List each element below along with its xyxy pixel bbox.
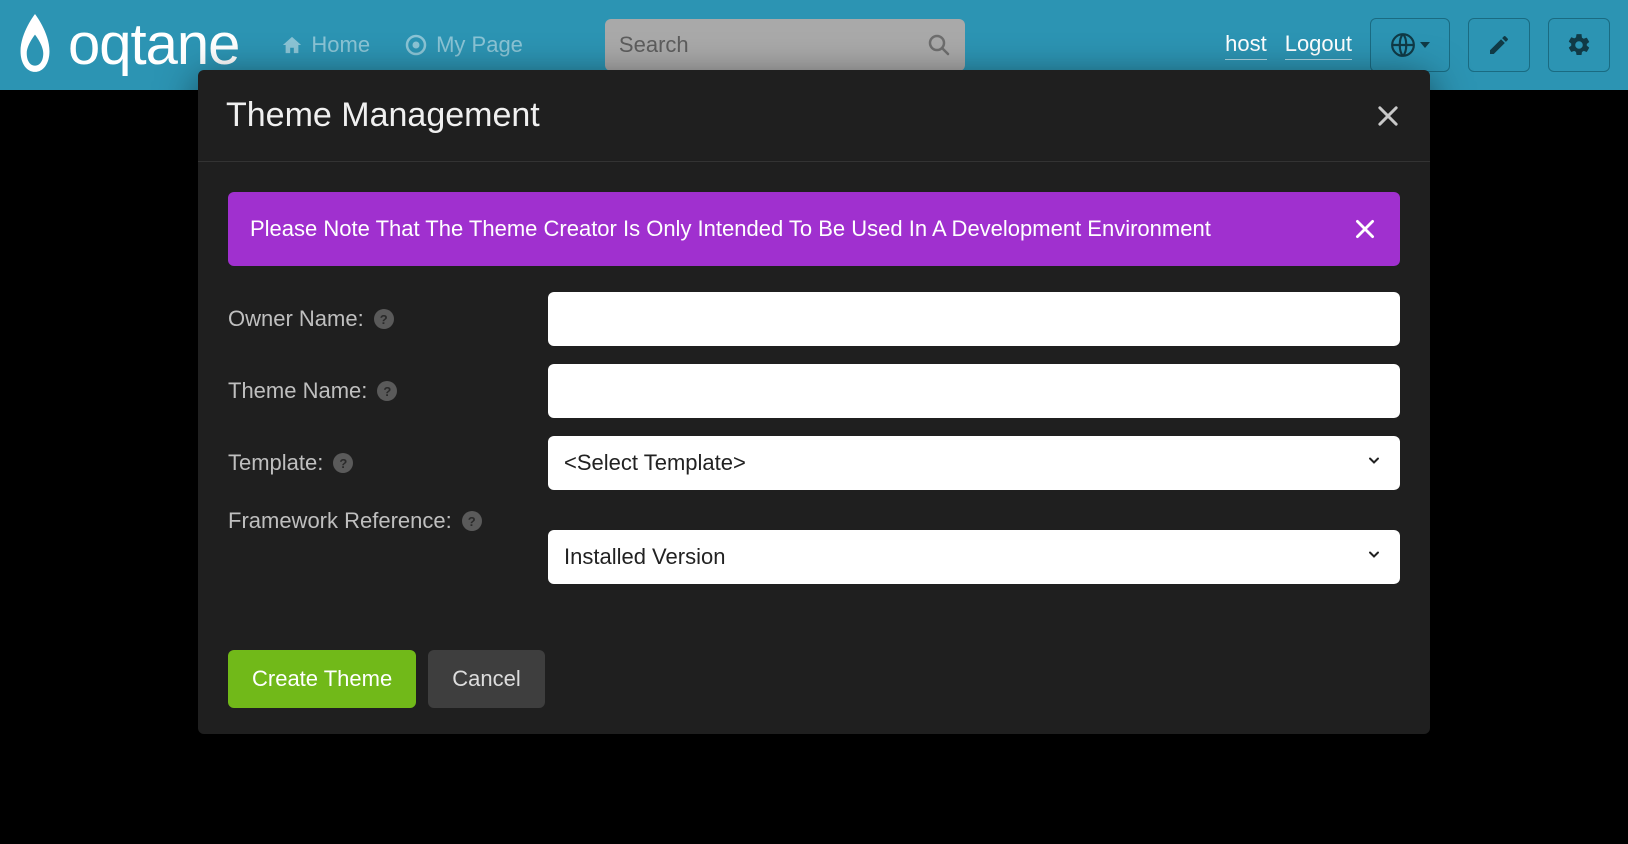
brand-text: oqtane — [68, 16, 239, 74]
theme-name-label: Theme Name: ? — [228, 378, 528, 404]
modal-body: Please Note That The Theme Creator Is On… — [198, 162, 1430, 626]
language-button[interactable] — [1370, 18, 1450, 72]
owner-name-input[interactable] — [548, 292, 1400, 346]
framework-label-text: Framework Reference: — [228, 508, 452, 534]
help-icon[interactable]: ? — [333, 453, 353, 473]
template-select-wrap: <Select Template> — [548, 436, 1400, 490]
theme-name-label-text: Theme Name: — [228, 378, 367, 404]
theme-management-modal: Theme Management Please Note That The Th… — [198, 70, 1430, 734]
globe-icon — [1390, 32, 1416, 58]
theme-name-row: Theme Name: ? — [228, 364, 1400, 418]
gear-icon — [1566, 32, 1592, 58]
template-row: Template: ? <Select Template> — [228, 436, 1400, 490]
modal-footer: Create Theme Cancel — [198, 626, 1430, 734]
settings-button[interactable] — [1548, 18, 1610, 72]
close-icon — [1374, 102, 1402, 130]
cancel-button[interactable]: Cancel — [428, 650, 544, 708]
alert-text: Please Note That The Theme Creator Is On… — [250, 216, 1211, 242]
framework-row: Framework Reference: ? Installed Version — [228, 508, 1400, 584]
help-icon[interactable]: ? — [462, 511, 482, 531]
modal-header: Theme Management — [198, 70, 1430, 162]
search-input[interactable] — [619, 32, 927, 58]
template-select[interactable]: <Select Template> — [548, 436, 1400, 490]
theme-name-input[interactable] — [548, 364, 1400, 418]
flame-icon — [10, 14, 60, 76]
modal-close-button[interactable] — [1374, 102, 1402, 130]
search-box — [605, 19, 965, 71]
nav-right: host Logout — [1225, 18, 1610, 72]
logout-link[interactable]: Logout — [1285, 31, 1352, 60]
framework-select[interactable]: Installed Version — [548, 530, 1400, 584]
pencil-icon — [1487, 33, 1511, 57]
nav-mypage[interactable]: My Page — [392, 32, 535, 58]
close-icon — [1352, 216, 1378, 242]
modal-title: Theme Management — [226, 96, 540, 135]
owner-name-row: Owner Name: ? — [228, 292, 1400, 346]
warning-alert: Please Note That The Theme Creator Is On… — [228, 192, 1400, 266]
alert-dismiss-button[interactable] — [1352, 216, 1378, 242]
framework-label: Framework Reference: ? — [228, 508, 528, 534]
nav-mypage-label: My Page — [436, 32, 523, 58]
template-label-text: Template: — [228, 450, 323, 476]
help-icon[interactable]: ? — [377, 381, 397, 401]
brand-logo: oqtane — [10, 14, 259, 76]
create-theme-button[interactable]: Create Theme — [228, 650, 416, 708]
nav-home-label: Home — [311, 32, 370, 58]
home-icon — [281, 35, 303, 55]
chevron-down-icon — [1420, 42, 1430, 48]
user-name-link[interactable]: host — [1225, 31, 1267, 60]
edit-button[interactable] — [1468, 18, 1530, 72]
framework-select-wrap: Installed Version — [548, 530, 1400, 584]
template-label: Template: ? — [228, 450, 528, 476]
target-icon — [404, 33, 428, 57]
owner-name-label-text: Owner Name: — [228, 306, 364, 332]
nav-home[interactable]: Home — [269, 32, 382, 58]
search-icon[interactable] — [927, 33, 951, 57]
help-icon[interactable]: ? — [374, 309, 394, 329]
owner-name-label: Owner Name: ? — [228, 306, 528, 332]
